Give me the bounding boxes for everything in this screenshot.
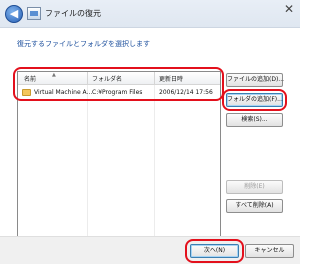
file-list[interactable]: 名前 ▲ フォルダ名 更新日時 Virtual Machine A... C:¥… xyxy=(17,71,221,237)
search-button[interactable]: 検索(S)... xyxy=(226,113,283,127)
column-header-modified[interactable]: 更新日時 xyxy=(159,74,183,83)
add-folder-button[interactable]: フォルダの追加(F)... xyxy=(226,93,283,107)
sort-arrow-icon: ▲ xyxy=(52,72,56,78)
list-header: 名前 ▲ フォルダ名 更新日時 xyxy=(18,72,220,85)
back-button[interactable]: ◀ xyxy=(5,5,23,23)
footer-bar: 次へ(N) キャンセル xyxy=(0,236,300,264)
item-folder: C:¥Program Files xyxy=(92,89,143,96)
column-separator[interactable] xyxy=(87,72,88,85)
title-bar: ◀ ファイルの復元 ✕ xyxy=(0,0,300,28)
column-header-folder[interactable]: フォルダ名 xyxy=(92,74,122,83)
column-gridline xyxy=(87,85,88,236)
close-icon[interactable]: ✕ xyxy=(284,2,294,16)
item-modified: 2006/12/14 17:56 xyxy=(159,89,213,96)
cancel-button[interactable]: キャンセル xyxy=(245,244,294,258)
folder-icon xyxy=(22,89,31,96)
remove-all-button[interactable]: すべて削除(A) xyxy=(226,199,283,213)
remove-button[interactable]: 削除(E) xyxy=(226,180,283,194)
instruction-text: 復元するファイルとフォルダを選択します xyxy=(17,40,150,48)
restore-wizard-icon xyxy=(27,7,41,20)
list-item[interactable]: Virtual Machine A... C:¥Program Files 20… xyxy=(20,87,218,99)
column-header-name[interactable]: 名前 xyxy=(24,74,36,83)
column-gridline xyxy=(154,85,155,236)
window-title: ファイルの復元 xyxy=(45,9,101,18)
add-files-button[interactable]: ファイルの追加(D)... xyxy=(226,73,284,87)
restore-files-window: ◀ ファイルの復元 ✕ 復元するファイルとフォルダを選択します 名前 ▲ フォル… xyxy=(0,0,300,264)
next-button[interactable]: 次へ(N) xyxy=(190,244,239,258)
back-arrow-icon: ◀ xyxy=(9,7,19,20)
content-area: 復元するファイルとフォルダを選択します 名前 ▲ フォルダ名 更新日時 Virt… xyxy=(0,28,300,237)
item-name: Virtual Machine A... xyxy=(34,89,93,96)
column-separator[interactable] xyxy=(154,72,155,85)
